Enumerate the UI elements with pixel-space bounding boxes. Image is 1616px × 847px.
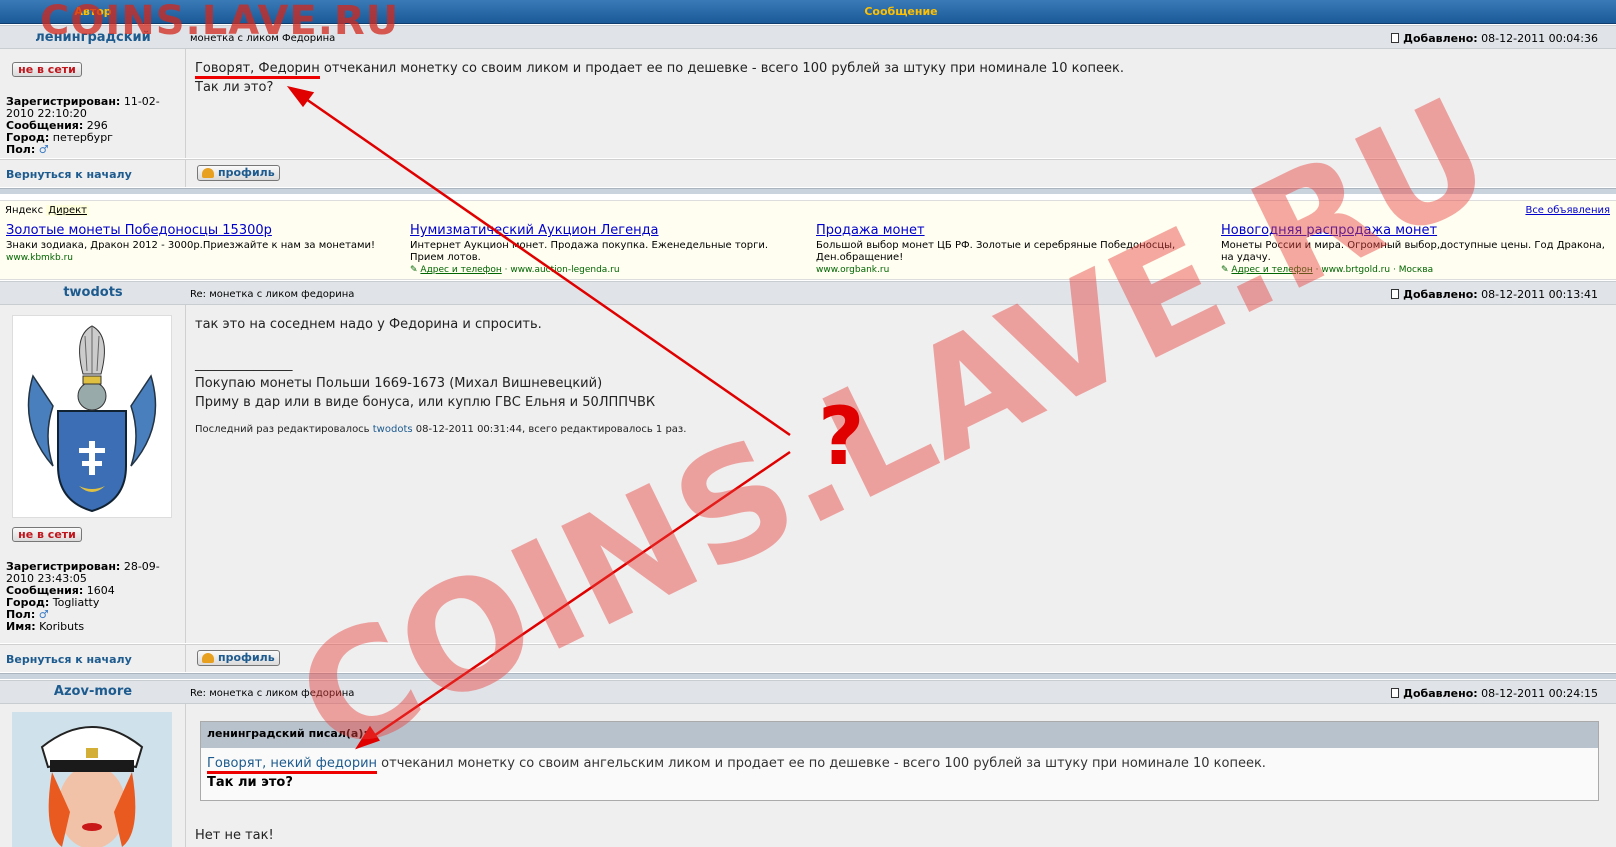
ad-contact-link[interactable]: Адрес и телефон: [1231, 265, 1312, 275]
ad-item: Новогодняя распродажа монет Монеты Росси…: [1221, 223, 1616, 275]
yandex-ads-block: Яндекс Директ Все объявления Золотые мон…: [0, 200, 1616, 280]
avatar: [12, 712, 172, 847]
post-message: так это на соседнем надо у Федорина и сп…: [195, 317, 542, 332]
back-to-top-link[interactable]: Вернуться к началу: [6, 168, 132, 181]
pen-icon: ✎: [1221, 265, 1229, 275]
ad-title[interactable]: Нумизматический Аукцион Легенда: [410, 223, 805, 238]
direct-link[interactable]: Директ: [46, 205, 89, 216]
profile-row: [186, 644, 1616, 672]
male-icon: ♂: [38, 143, 49, 156]
post-header-bar: twodots Re: монетка с ликом федорина Доб…: [0, 281, 1616, 305]
profile-button[interactable]: профиль: [197, 165, 280, 181]
ad-item: Нумизматический Аукцион Легенда Интернет…: [410, 223, 805, 275]
post-message: Говорят, Федорин отчеканил монетку со св…: [195, 61, 1124, 95]
ads-header: Яндекс Директ: [5, 205, 89, 216]
post-separator: [0, 673, 1616, 679]
back-to-top-link[interactable]: Вернуться к началу: [6, 653, 132, 666]
post-date: Добавлено: 08-12-2011 00:24:15: [1391, 687, 1598, 700]
ad-desc: Большой выбор монет ЦБ РФ. Золотые и сер…: [816, 240, 1176, 263]
post-header-bar: Azov-more Re: монетка с ликом федорина Д…: [0, 680, 1616, 704]
ad-url: ✎ Адрес и телефон · www.brtgold.ru · Мос…: [1221, 265, 1434, 275]
pen-icon: ✎: [410, 265, 418, 275]
forum-page: Автор Сообщение ленинградский монетка с …: [0, 0, 1616, 847]
table-header: Автор Сообщение: [0, 0, 1616, 24]
ad-url-link[interactable]: www.brtgold.ru: [1321, 265, 1390, 275]
author-panel: не в сети Зарегистрирован: 28-09-2010 23…: [0, 305, 186, 643]
message-column-header: Сообщение: [864, 5, 938, 18]
author-info: Зарегистрирован: 28-09-2010 23:43:05 Соо…: [6, 560, 160, 633]
profile-button[interactable]: профиль: [197, 650, 280, 666]
ad-title[interactable]: Продажа монет: [816, 223, 1211, 238]
coat-of-arms-icon: [27, 325, 157, 513]
quote-block: ленинградский писал(а): Говорят, некий ф…: [200, 721, 1599, 801]
post-subject: монетка с ликом Федорина: [190, 33, 336, 44]
ad-url[interactable]: www.orgbank.ru: [816, 265, 1211, 275]
post-header-bar: ленинградский монетка с ликом Федорина Д…: [0, 25, 1616, 49]
back-row: Вернуться к началу: [0, 159, 186, 187]
post-body: так это на соседнем надо у Федорина и сп…: [186, 305, 1616, 643]
ad-desc: Монеты России и мира. Огромный выбор,дос…: [1221, 240, 1605, 263]
profile-icon: [202, 653, 214, 663]
edit-note: Последний раз редактировалось twodots 08…: [195, 424, 687, 435]
ad-item: Золотые монеты Победоносцы 15300р Знаки …: [6, 223, 401, 263]
post-separator: [0, 188, 1616, 194]
avatar: [12, 315, 172, 518]
post-icon: [1391, 289, 1400, 299]
post-author-name[interactable]: Azov-more: [0, 684, 186, 699]
quote-author: ленинградский писал(а):: [201, 722, 1598, 748]
post-date: Добавлено: 08-12-2011 00:04:36: [1391, 32, 1598, 45]
post-subject: Re: монетка с ликом федорина: [190, 289, 355, 300]
post-author-name[interactable]: ленинградский: [0, 30, 186, 45]
offline-status-badge: не в сети: [12, 62, 82, 77]
author-info: Зарегистрирован: 11-02-2010 22:10:20 Соо…: [6, 95, 160, 156]
ad-url: ✎ Адрес и телефон · www.auction-legenda.…: [410, 265, 620, 275]
post-icon: [1391, 688, 1400, 698]
ad-url-link[interactable]: www.auction-legenda.ru: [510, 265, 619, 275]
avatar-portrait-icon: [12, 712, 172, 847]
quote-text: Говорят, некий федорин отчеканил монетку…: [207, 756, 1266, 790]
edited-user-link[interactable]: twodots: [373, 424, 413, 435]
post-date: Добавлено: 08-12-2011 00:13:41: [1391, 288, 1598, 301]
profile-icon: [202, 168, 214, 178]
author-column-header: Автор: [74, 5, 112, 18]
post-icon: [1391, 33, 1400, 43]
back-row: Вернуться к началу: [0, 644, 186, 672]
ad-title[interactable]: Золотые монеты Победоносцы 15300р: [6, 223, 401, 238]
post-body: Говорят, Федорин отчеканил монетку со св…: [186, 49, 1616, 158]
signature: _______________ Покупаю монеты Польши 16…: [195, 357, 656, 410]
post-message: Нет не так!: [195, 828, 274, 843]
all-ads-link[interactable]: Все объявления: [1525, 205, 1610, 216]
profile-row: [186, 159, 1616, 187]
ad-url[interactable]: www.kbmkb.ru: [6, 253, 401, 263]
offline-status-badge: не в сети: [12, 527, 82, 542]
ad-contact-link[interactable]: Адрес и телефон: [420, 265, 501, 275]
ad-item: Продажа монет Большой выбор монет ЦБ РФ.…: [816, 223, 1211, 275]
author-panel: [0, 704, 186, 847]
ad-title[interactable]: Новогодняя распродажа монет: [1221, 223, 1616, 238]
post-subject: Re: монетка с ликом федорина: [190, 688, 355, 699]
post-author-name[interactable]: twodots: [0, 285, 186, 300]
ad-desc: Знаки зодиака, Дракон 2012 - 3000р.Приез…: [6, 240, 376, 251]
ad-region: Москва: [1398, 265, 1434, 275]
ad-desc: Интернет Аукцион монет. Продажа покупка.…: [410, 240, 769, 263]
author-panel: не в сети Зарегистрирован: 11-02-2010 22…: [0, 49, 186, 158]
